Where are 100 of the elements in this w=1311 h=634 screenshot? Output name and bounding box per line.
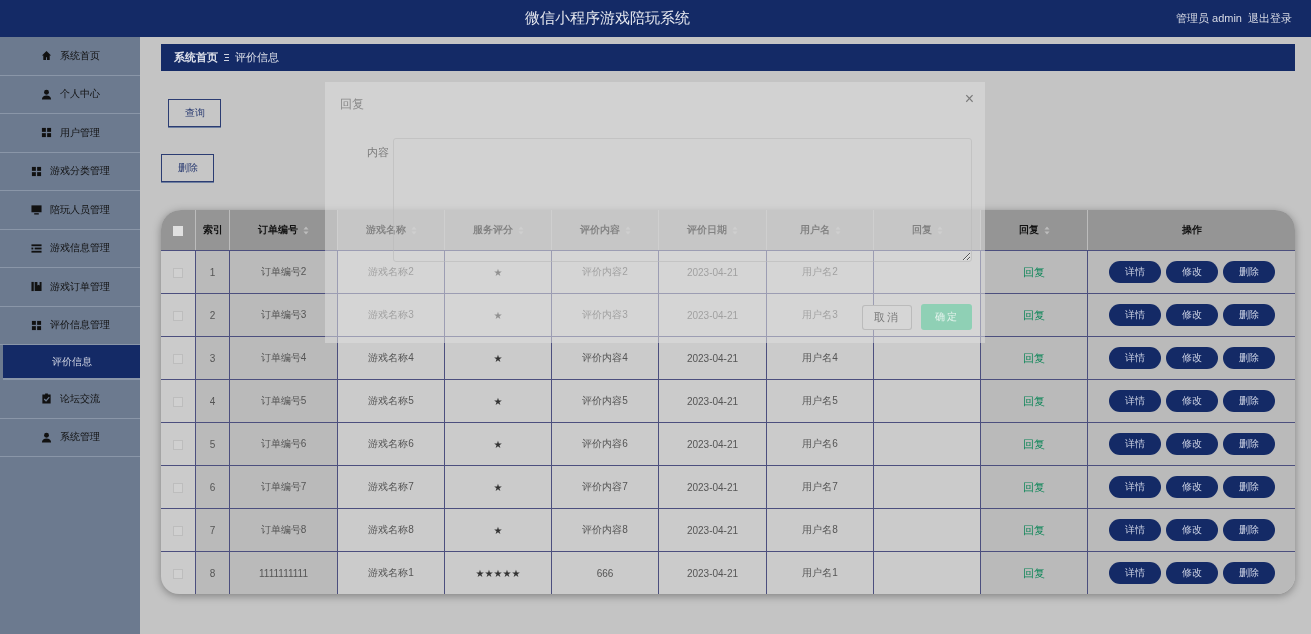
delete-button[interactable]: 删除: [1222, 390, 1275, 412]
separator-icon: [224, 54, 229, 61]
logout-link[interactable]: 退出登录: [1248, 11, 1292, 26]
delete-button[interactable]: 删除: [161, 154, 214, 182]
table-cell: 订单编号3: [260, 309, 307, 320]
edit-button[interactable]: 修改: [1165, 261, 1218, 283]
table-cell: 用户名8: [802, 524, 838, 535]
select-all-checkbox[interactable]: [173, 225, 183, 236]
sidebar-item[interactable]: 用户管理: [0, 114, 140, 153]
sidebar-item[interactable]: 系统首页: [0, 37, 140, 76]
detail-button[interactable]: 详情: [1108, 390, 1161, 412]
table-cell: 评价内容8: [582, 524, 628, 535]
detail-button[interactable]: 详情: [1108, 476, 1161, 498]
table-cell: 2023-04-21: [686, 352, 739, 364]
rating-stars: ★: [493, 352, 503, 364]
table-cell: 用户名5: [802, 395, 838, 406]
edit-button[interactable]: 修改: [1165, 304, 1218, 326]
table-cell: 7: [209, 524, 216, 536]
content-field[interactable]: [393, 138, 972, 262]
table-cell: 订单编号8: [260, 524, 307, 535]
grid-icon: [30, 165, 42, 177]
detail-button[interactable]: 详情: [1108, 347, 1161, 369]
table-cell: 2023-04-21: [686, 438, 739, 450]
detail-button[interactable]: 详情: [1108, 261, 1161, 283]
table-cell: 用户名7: [802, 481, 838, 492]
rating-stars: ★★★★★: [475, 567, 521, 579]
table-cell: 6: [209, 481, 216, 493]
book-icon: [30, 281, 42, 293]
delete-button[interactable]: 删除: [1222, 519, 1275, 541]
search-button[interactable]: 查询: [168, 99, 221, 127]
detail-button[interactable]: 详情: [1108, 562, 1161, 584]
table-cell: 评价内容5: [582, 395, 628, 406]
table-cell: 1: [209, 266, 216, 278]
detail-button[interactable]: 详情: [1108, 304, 1161, 326]
home-icon: [40, 50, 52, 62]
table-cell: 订单编号2: [260, 266, 307, 277]
rating-stars: ★: [493, 266, 503, 278]
sidebar-item[interactable]: 个人中心: [0, 75, 140, 114]
edit-button[interactable]: 修改: [1165, 390, 1218, 412]
rating-stars: ★: [493, 395, 503, 407]
grid-icon: [30, 319, 42, 331]
table-cell: 游戏名称5: [368, 395, 414, 406]
detail-button[interactable]: 详情: [1108, 433, 1161, 455]
person-icon: [40, 88, 52, 100]
rating-stars: ★: [493, 438, 503, 450]
sidebar-subitem[interactable]: 评价信息: [3, 345, 140, 380]
column-header: 索引: [196, 210, 230, 250]
app-title: 微信小程序游戏陪玩系统: [524, 9, 692, 28]
table-cell: 用户名1: [802, 567, 838, 578]
sidebar-item[interactable]: 游戏信息管理: [0, 229, 140, 268]
delete-button[interactable]: 删除: [1222, 304, 1275, 326]
table-cell: 4: [209, 395, 216, 407]
column-header: 操作: [1088, 210, 1295, 250]
user-label: 管理员 admin: [1175, 11, 1242, 26]
delete-button[interactable]: 删除: [1222, 347, 1275, 369]
edit-button[interactable]: 修改: [1165, 519, 1218, 541]
column-header[interactable]: 回复: [981, 210, 1088, 250]
sort-icon[interactable]: [1043, 225, 1050, 235]
table-cell: 3: [209, 352, 216, 364]
edit-button[interactable]: 修改: [1165, 347, 1218, 369]
sidebar-item[interactable]: 论坛交流: [0, 380, 140, 419]
table-cell: 用户名4: [802, 352, 838, 363]
edit-button[interactable]: 修改: [1165, 476, 1218, 498]
edit-button[interactable]: 修改: [1165, 562, 1218, 584]
table-cell: 订单编号7: [260, 481, 307, 492]
sidebar-item[interactable]: 游戏分类管理: [0, 152, 140, 191]
sort-icon[interactable]: [303, 225, 309, 235]
table-cell: 游戏名称6: [368, 438, 414, 449]
table-cell: 游戏名称8: [368, 524, 414, 535]
dialog-title: 回复: [340, 96, 364, 113]
table-cell: 666: [596, 567, 614, 579]
table-cell: 2023-04-21: [686, 395, 739, 407]
sidebar-item[interactable]: 陪玩人员管理: [0, 191, 140, 230]
rating-stars: ★: [493, 524, 503, 536]
table-cell: 2023-04-21: [686, 567, 739, 579]
table-cell: 2: [209, 309, 216, 321]
table-cell: 订单编号4: [260, 352, 307, 363]
detail-button[interactable]: 详情: [1108, 519, 1161, 541]
field-label: 内容: [367, 145, 389, 160]
grid-icon: [40, 127, 52, 139]
rating-stars: ★: [493, 309, 503, 321]
delete-button[interactable]: 删除: [1222, 476, 1275, 498]
table-cell: 5: [209, 438, 216, 450]
table-cell: 1111111111: [259, 567, 308, 579]
breadcrumb-link[interactable]: 评价信息: [235, 50, 279, 65]
delete-button[interactable]: 删除: [1222, 562, 1275, 584]
list-icon: [30, 242, 42, 254]
sidebar-item[interactable]: 游戏订单管理: [0, 268, 140, 307]
table-cell: 用户名6: [802, 438, 838, 449]
table-cell: 2023-04-21: [686, 481, 739, 493]
delete-button[interactable]: 删除: [1222, 261, 1275, 283]
table-cell: 2023-04-21: [686, 524, 739, 536]
rating-stars: ★: [493, 481, 503, 493]
edit-button[interactable]: 修改: [1165, 433, 1218, 455]
table-cell: 8: [209, 567, 216, 579]
column-header[interactable]: 订单编号: [230, 210, 338, 250]
table-cell: 评价内容4: [582, 352, 628, 363]
sidebar-item[interactable]: 系统管理: [0, 418, 140, 457]
breadcrumb-link[interactable]: 系统首页: [174, 50, 218, 65]
delete-button[interactable]: 删除: [1222, 433, 1275, 455]
